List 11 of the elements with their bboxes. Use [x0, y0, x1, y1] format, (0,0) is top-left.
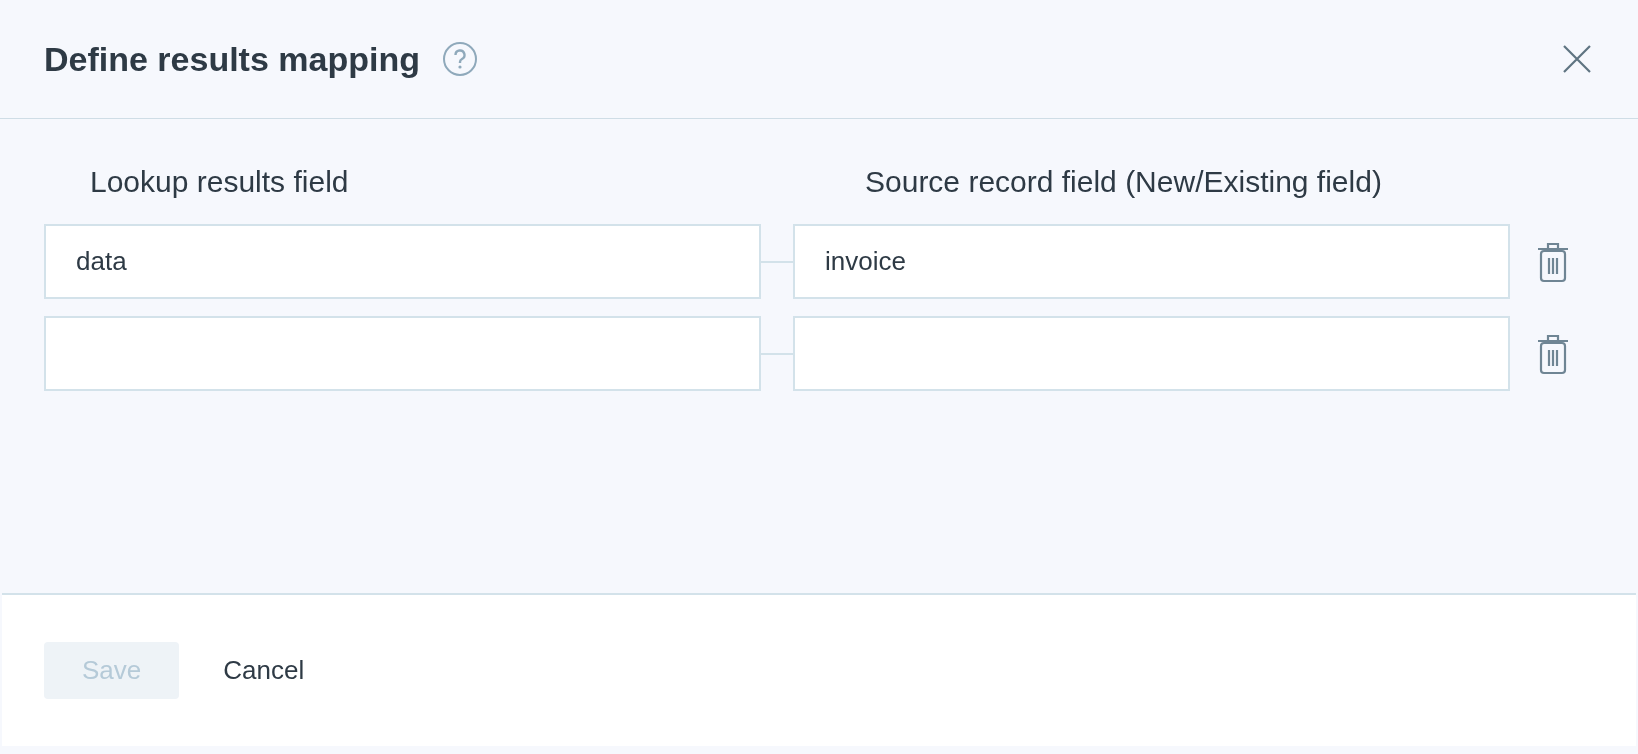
dialog-title: Define results mapping	[44, 39, 420, 79]
help-icon[interactable]	[441, 41, 478, 77]
input-field[interactable]: invoice	[793, 224, 1510, 299]
cancel-button[interactable]: Cancel	[205, 642, 323, 699]
input-field[interactable]	[793, 316, 1510, 391]
input-field[interactable]	[44, 316, 761, 391]
trash-icon[interactable]	[1536, 332, 1570, 375]
column-header: Lookup results field	[89, 165, 350, 199]
trash-icon[interactable]	[1536, 240, 1570, 283]
column-header: Source record field (New/Existing field)	[864, 165, 1383, 199]
input-field[interactable]: data	[44, 224, 761, 299]
